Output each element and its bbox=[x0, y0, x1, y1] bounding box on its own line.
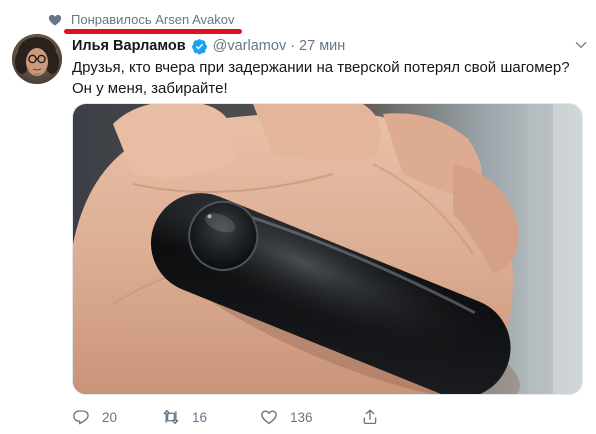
verified-badge-icon bbox=[191, 38, 207, 55]
retweet-icon bbox=[163, 409, 179, 425]
retweet-count: 16 bbox=[192, 409, 208, 425]
share-icon bbox=[363, 409, 377, 425]
like-heart-icon bbox=[261, 410, 277, 425]
tweet-actions: 20 16 136 bbox=[72, 407, 379, 427]
avatar[interactable] bbox=[12, 34, 62, 84]
like-count: 136 bbox=[290, 409, 313, 425]
tweet-text: Друзья, кто вчера при задержании на твер… bbox=[72, 57, 582, 99]
retweet-button[interactable]: 16 bbox=[162, 408, 260, 426]
heart-icon bbox=[48, 14, 62, 26]
red-underline bbox=[64, 29, 242, 34]
reply-icon bbox=[73, 410, 89, 425]
reply-button[interactable]: 20 bbox=[72, 408, 162, 426]
tweet-text-line-2: Он у меня, забирайте! bbox=[72, 80, 228, 97]
chevron-down-icon[interactable] bbox=[574, 38, 588, 52]
tweet-card[interactable]: Понравилось Arsen Avakov Илья Варламов @… bbox=[0, 0, 596, 434]
tweet-header: Илья Варламов @varlamov · 27 мин bbox=[72, 36, 345, 56]
author-name[interactable]: Илья Варламов bbox=[72, 38, 186, 54]
header-separator: · bbox=[290, 38, 296, 54]
timestamp[interactable]: 27 мин bbox=[299, 38, 345, 54]
share-button[interactable] bbox=[361, 408, 379, 426]
tweet-text-line-1: Друзья, кто вчера при задержании на твер… bbox=[72, 59, 570, 76]
like-button[interactable]: 136 bbox=[260, 408, 361, 426]
author-handle[interactable]: @varlamov bbox=[213, 38, 287, 54]
liked-by-text[interactable]: Понравилось Arsen Avakov bbox=[71, 11, 234, 29]
social-context: Понравилось Arsen Avakov bbox=[48, 10, 234, 30]
reply-count: 20 bbox=[102, 409, 118, 425]
tweet-photo[interactable] bbox=[72, 103, 583, 395]
